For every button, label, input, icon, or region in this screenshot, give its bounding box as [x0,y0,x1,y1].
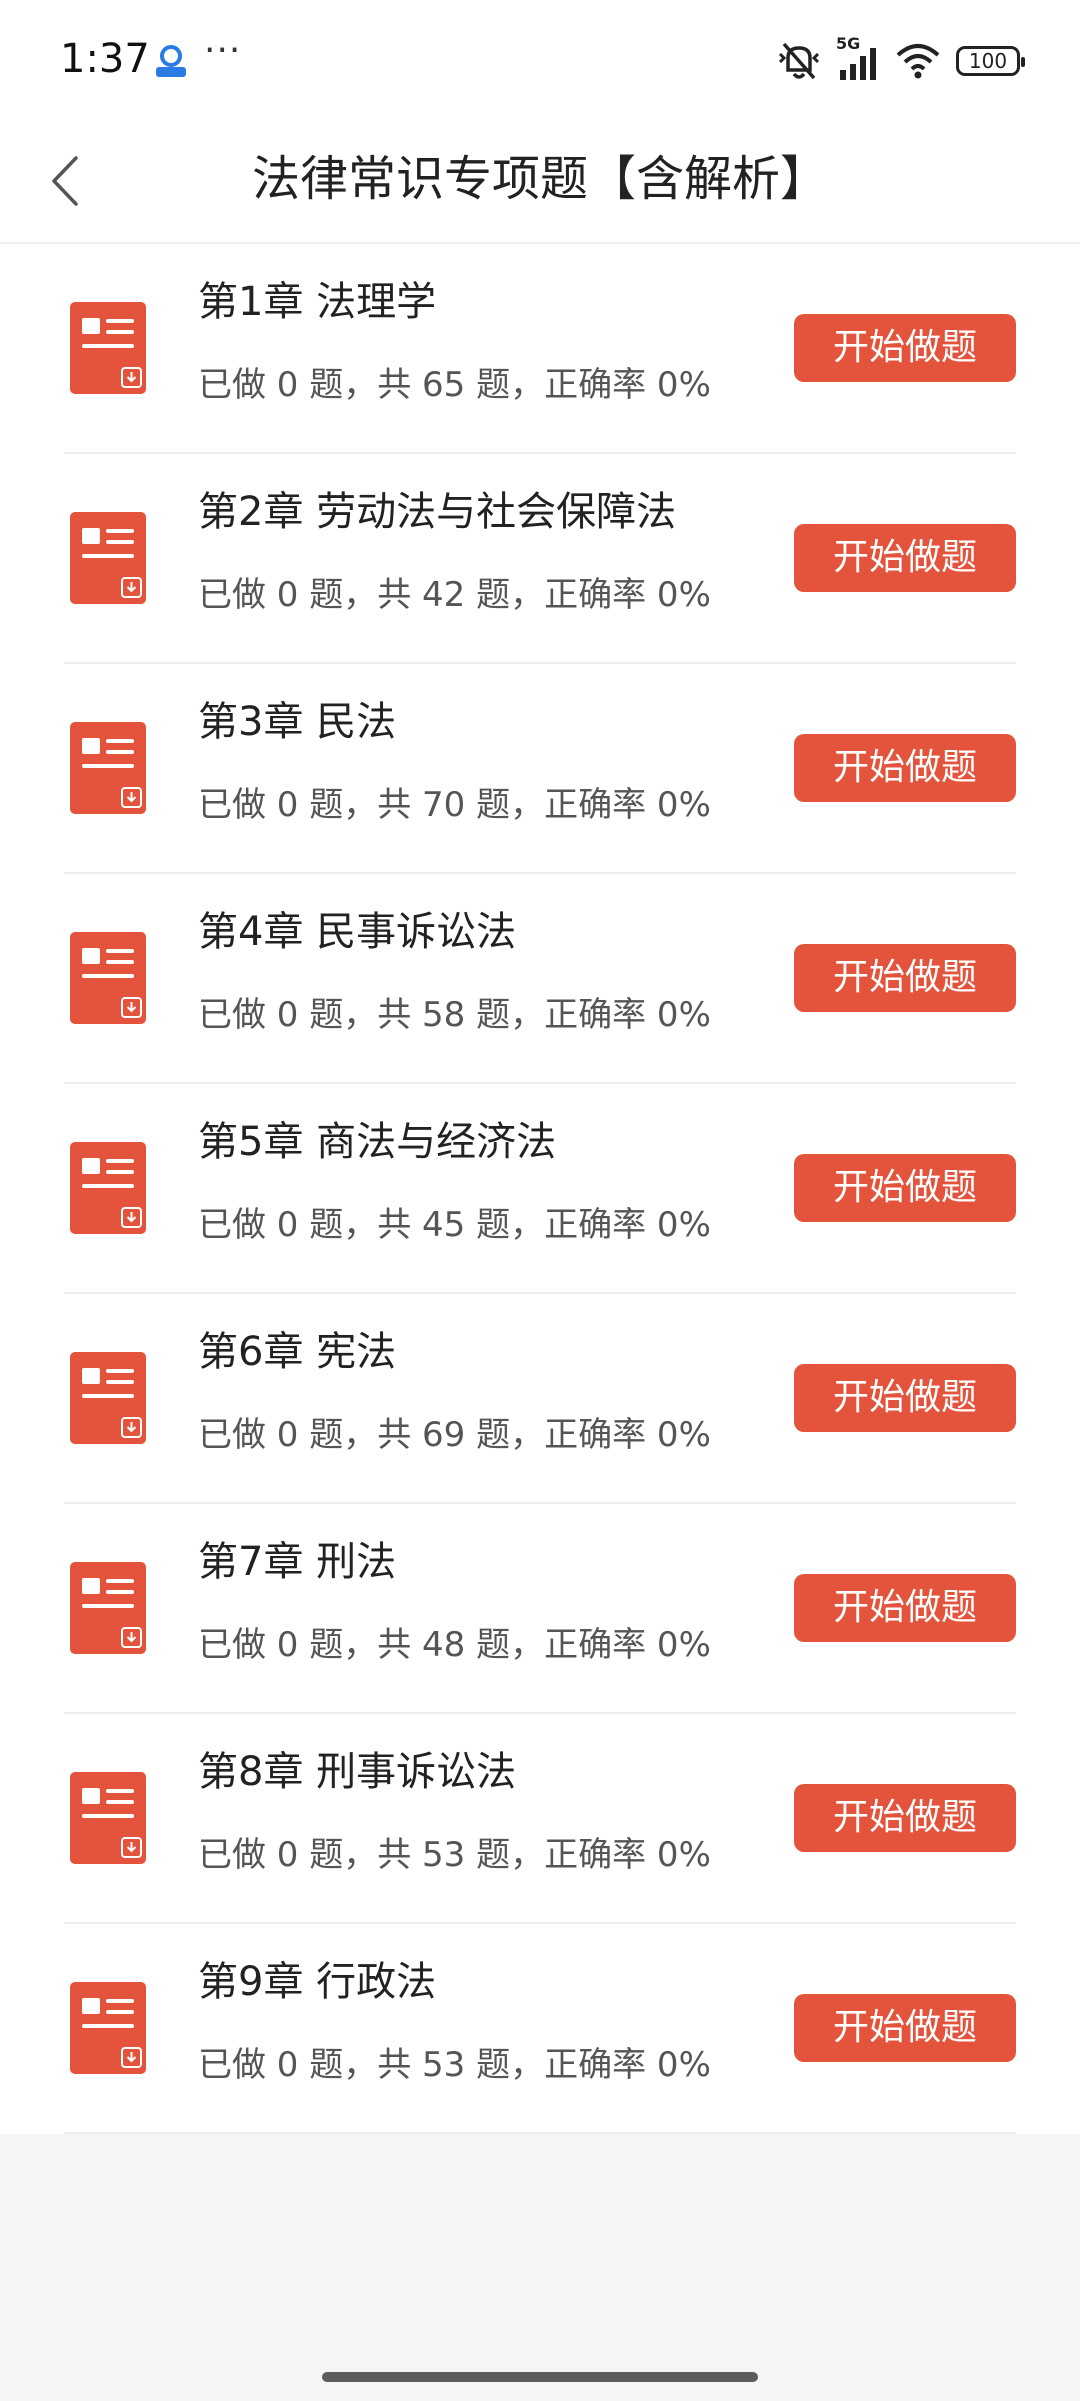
chapter-item[interactable]: 第7章 刑法 已做 0 题，共 48 题，正确率 0% 开始做题 [64,1504,1016,1714]
document-download-icon [70,512,146,604]
document-download-icon [70,932,146,1024]
start-quiz-button[interactable]: 开始做题 [794,314,1016,382]
chapter-item[interactable]: 第9章 行政法 已做 0 题，共 53 题，正确率 0% 开始做题 [64,1924,1016,2134]
page-title: 法律常识专项题【含解析】 [251,151,828,207]
start-quiz-button[interactable]: 开始做题 [794,1154,1016,1222]
chapter-stats: 已做 0 题，共 53 题，正确率 0% [198,2045,711,2085]
chapter-item[interactable]: 第5章 商法与经济法 已做 0 题，共 45 题，正确率 0% 开始做题 [64,1084,1016,1294]
chapter-stats: 已做 0 题，共 45 题，正确率 0% [198,1205,711,1245]
signal-bars-icon [840,48,876,80]
chapter-title: 第8章 刑事诉讼法 [198,1749,517,1795]
start-quiz-button[interactable]: 开始做题 [794,1364,1016,1432]
start-quiz-button[interactable]: 开始做题 [794,1574,1016,1642]
chapter-title: 第5章 商法与经济法 [198,1119,557,1165]
chapter-list: 第1章 法理学 已做 0 题，共 65 题，正确率 0% 开始做题 第2章 劳动… [0,244,1080,2134]
mute-vibrate-icon [778,42,820,80]
chapter-stats: 已做 0 题，共 65 题，正确率 0% [198,365,711,405]
battery-level: 100 [968,49,1008,73]
status-bar: 1:37 ··· 5G 100 [0,0,1080,120]
chapter-title: 第6章 宪法 [198,1329,397,1375]
document-download-icon [70,1562,146,1654]
chapter-item[interactable]: 第3章 民法 已做 0 题，共 70 题，正确率 0% 开始做题 [64,664,1016,874]
start-quiz-button[interactable]: 开始做题 [794,524,1016,592]
status-indicators: 5G 100 [776,34,1025,82]
document-download-icon [70,1772,146,1864]
chapter-stats: 已做 0 题，共 58 题，正确率 0% [198,995,711,1035]
navigation-bar: 法律常识专项题【含解析】 [0,120,1080,244]
start-quiz-button[interactable]: 开始做题 [794,944,1016,1012]
document-download-icon [70,302,146,394]
document-download-icon [70,722,146,814]
chapter-stats: 已做 0 题，共 69 题，正确率 0% [198,1415,711,1455]
chapter-title: 第1章 法理学 [198,279,437,325]
chapter-stats: 已做 0 题，共 70 题，正确率 0% [198,785,711,825]
home-indicator[interactable] [322,2372,758,2382]
chapter-title: 第4章 民事诉讼法 [198,909,517,955]
chapter-title: 第2章 劳动法与社会保障法 [198,489,677,535]
start-quiz-button[interactable]: 开始做题 [794,1784,1016,1852]
app-notification-icon [156,45,186,77]
chapter-stats: 已做 0 题，共 48 题，正确率 0% [198,1625,711,1665]
status-time: 1:37 [60,36,150,82]
document-download-icon [70,1352,146,1444]
chapter-item[interactable]: 第6章 宪法 已做 0 题，共 69 题，正确率 0% 开始做题 [64,1294,1016,1504]
start-quiz-button[interactable]: 开始做题 [794,1994,1016,2062]
chapter-item[interactable]: 第4章 民事诉讼法 已做 0 题，共 58 题，正确率 0% 开始做题 [64,874,1016,1084]
chapter-title: 第9章 行政法 [198,1959,437,2005]
chapter-title: 第7章 刑法 [198,1539,397,1585]
chapter-stats: 已做 0 题，共 42 题，正确率 0% [198,575,711,615]
wifi-icon [896,44,940,79]
more-notifications-icon: ··· [204,30,242,71]
document-download-icon [70,1142,146,1234]
chapter-title: 第3章 民法 [198,699,397,745]
top-area: 1:37 ··· 5G 100 法律常识专项题【含解析】 [0,0,1080,244]
chapter-item[interactable]: 第1章 法理学 已做 0 题，共 65 题，正确率 0% 开始做题 [64,244,1016,454]
cellular-signal: 5G [836,34,880,82]
chapter-stats: 已做 0 题，共 53 题，正确率 0% [198,1835,711,1875]
battery-icon: 100 [956,46,1025,76]
start-quiz-button[interactable]: 开始做题 [794,734,1016,802]
chapter-item[interactable]: 第8章 刑事诉讼法 已做 0 题，共 53 题，正确率 0% 开始做题 [64,1714,1016,1924]
chapter-item[interactable]: 第2章 劳动法与社会保障法 已做 0 题，共 42 题，正确率 0% 开始做题 [64,454,1016,664]
document-download-icon [70,1982,146,2074]
